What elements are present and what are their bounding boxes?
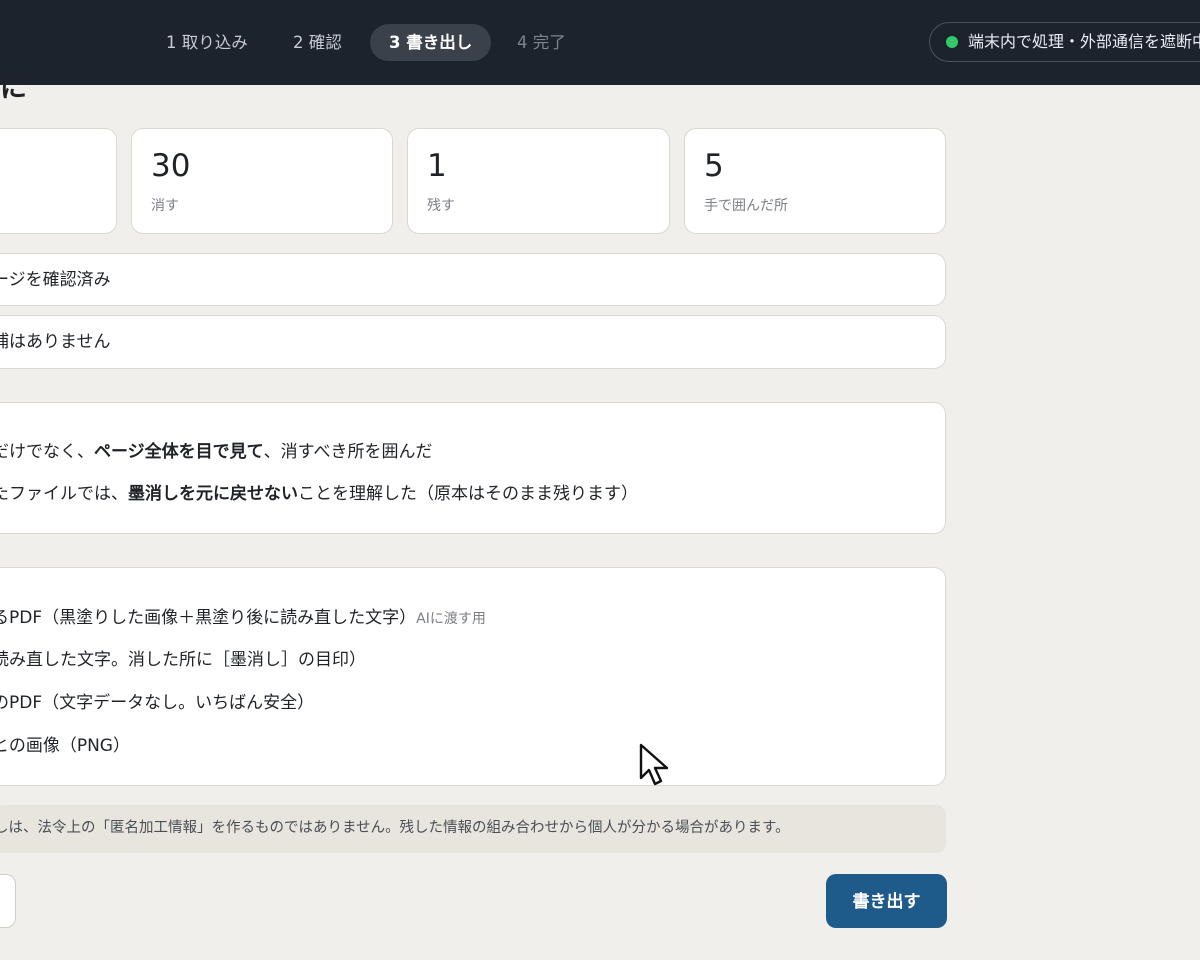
step-review[interactable]: 2 確認 bbox=[293, 24, 342, 61]
check-item-irreversible[interactable]: たファイルでは、墨消しを元に戻せないことを理解した（原本はそのまま残ります） bbox=[0, 482, 638, 506]
stat-remove-label: 消す bbox=[151, 198, 179, 214]
format-image-pdf-label: のPDF（文字データなし。いちばん安全） bbox=[0, 693, 315, 713]
format-png-label: との画像（PNG） bbox=[0, 736, 130, 756]
summary-candidates-text: 補はありません bbox=[0, 332, 111, 352]
stat-card-partial bbox=[0, 128, 117, 234]
stat-keep-value: 1 bbox=[427, 148, 447, 184]
summary-pages-text: ージを確認済み bbox=[0, 270, 111, 290]
page-title: に bbox=[0, 73, 27, 104]
back-button[interactable] bbox=[0, 874, 16, 928]
mouse-cursor-icon bbox=[639, 743, 669, 786]
top-bar: 1 取り込み 2 確認 3 書き出し 4 完了 端末内で処理・外部通信を遮断中 bbox=[0, 0, 1200, 85]
stat-card-keep: 1 残す bbox=[407, 128, 670, 234]
stat-manual-value: 5 bbox=[704, 148, 724, 184]
privacy-status-badge: 端末内で処理・外部通信を遮断中 bbox=[929, 22, 1200, 62]
summary-row-pages: ージを確認済み bbox=[0, 253, 946, 306]
stat-card-remove: 30 消す bbox=[131, 128, 393, 234]
format-option-ai-pdf[interactable]: るPDF（黒塗りした画像＋黒塗り後に読み直した文字）AIに渡す用 bbox=[0, 606, 486, 631]
privacy-status-text: 端末内で処理・外部通信を遮断中 bbox=[968, 32, 1200, 51]
legal-notice: しは、法令上の「匿名加工情報」を作るものではありません。残した情報の組み合わせか… bbox=[0, 805, 946, 853]
stat-remove-value: 30 bbox=[151, 148, 191, 184]
format-text-label: 読み直した文字。消した所に［墨消し］の目印） bbox=[0, 650, 366, 670]
check-1-text-pre: だけでなく、 bbox=[0, 442, 94, 462]
stat-keep-label: 残す bbox=[427, 198, 455, 214]
check-item-visual-review[interactable]: だけでなく、ページ全体を目で見て、消すべき所を囲んだ bbox=[0, 440, 432, 464]
summary-row-candidates: 補はありません bbox=[0, 315, 946, 369]
check-2-text-pre: たファイルでは、 bbox=[0, 484, 128, 504]
format-option-image-pdf[interactable]: のPDF（文字データなし。いちばん安全） bbox=[0, 691, 314, 715]
format-ai-pdf-note: AIに渡す用 bbox=[416, 611, 486, 627]
format-ai-pdf-label: るPDF（黒塗りした画像＋黒塗り後に読み直した文字） bbox=[0, 608, 417, 628]
confirmation-panel: だけでなく、ページ全体を目で見て、消すべき所を囲んだ たファイルでは、墨消しを元… bbox=[0, 402, 946, 534]
check-1-text-bold: ページ全体を目で見て bbox=[94, 442, 264, 462]
stat-manual-label: 手で囲んだ所 bbox=[704, 198, 788, 214]
legal-notice-text: しは、法令上の「匿名加工情報」を作るものではありません。残した情報の組み合わせか… bbox=[0, 820, 790, 836]
check-2-text-post: ことを理解した（原本はそのまま残ります） bbox=[298, 484, 638, 504]
stat-card-manual: 5 手で囲んだ所 bbox=[684, 128, 946, 234]
export-button[interactable]: 書き出す bbox=[826, 874, 947, 928]
step-complete: 4 完了 bbox=[517, 33, 566, 52]
check-2-text-bold: 墨消しを元に戻せない bbox=[128, 484, 298, 504]
check-1-text-post: 、消すべき所を囲んだ bbox=[263, 442, 433, 462]
step-import[interactable]: 1 取り込み bbox=[166, 24, 248, 61]
format-option-text[interactable]: 読み直した文字。消した所に［墨消し］の目印） bbox=[0, 648, 366, 672]
step-export[interactable]: 3 書き出し bbox=[370, 24, 492, 61]
format-option-png[interactable]: との画像（PNG） bbox=[0, 734, 130, 758]
status-dot-icon bbox=[946, 36, 958, 48]
format-panel: るPDF（黒塗りした画像＋黒塗り後に読み直した文字）AIに渡す用 読み直した文字… bbox=[0, 567, 946, 786]
